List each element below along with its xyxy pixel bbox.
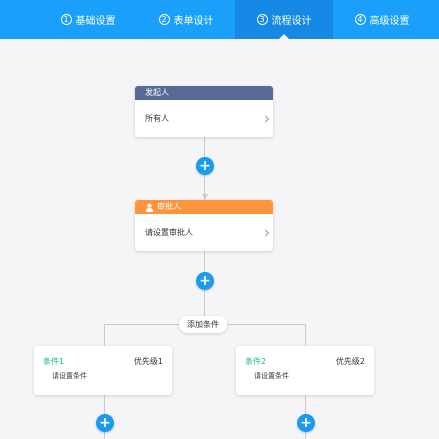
condition-node-1[interactable]: 条件1 优先级1 请设置条件	[34, 346, 172, 395]
step-label: 流程设计	[271, 16, 312, 27]
connector-arrow	[202, 194, 208, 199]
approver-node-header: 审批人	[135, 200, 273, 214]
starter-node-body: 所有人	[135, 100, 273, 137]
user-icon	[145, 203, 154, 212]
add-condition-label: 添加条件	[187, 320, 219, 329]
starter-node-value: 所有人	[145, 114, 169, 123]
step-basic-settings[interactable]: 1 基础设置	[39, 0, 137, 39]
step-label: 高级设置	[369, 16, 410, 27]
plus-icon: +	[99, 415, 111, 431]
add-node-button[interactable]: +	[196, 272, 214, 290]
condition-description: 请设置条件	[52, 372, 87, 380]
approver-node-value: 请设置审批人	[145, 228, 193, 237]
step-label: 表单设计	[173, 16, 214, 27]
step-advanced-settings[interactable]: 4 高级设置	[333, 0, 431, 39]
condition-title: 条件1	[43, 357, 65, 366]
step-number-badge: 3	[256, 14, 268, 25]
step-label: 基础设置	[75, 16, 116, 27]
starter-node[interactable]: 发起人 所有人	[135, 86, 273, 137]
approver-node-body: 请设置审批人	[135, 214, 273, 251]
step-number-badge: 1	[60, 14, 72, 25]
add-condition-button[interactable]: 添加条件	[179, 316, 227, 333]
approver-node-title: 审批人	[157, 202, 181, 211]
add-node-button[interactable]: +	[297, 414, 315, 432]
flow-canvas: 发起人 所有人 + 审批人 请设置审批人 + 添加条件 条件1 优先级1 请设置…	[0, 39, 439, 439]
condition-priority: 优先级2	[335, 357, 365, 366]
branch-line	[305, 324, 306, 348]
plus-icon: +	[199, 273, 211, 289]
step-number-badge: 2	[158, 14, 170, 25]
branch-line	[104, 324, 105, 348]
approver-node[interactable]: 审批人 请设置审批人	[135, 200, 273, 251]
step-form-design[interactable]: 2 表单设计	[137, 0, 235, 39]
step-process-design[interactable]: 3 流程设计	[235, 0, 333, 39]
starter-node-header: 发起人	[135, 86, 273, 100]
step-number-badge: 4	[354, 14, 366, 25]
plus-icon: +	[199, 158, 211, 174]
chevron-right-icon	[261, 114, 270, 123]
condition-description: 请设置条件	[254, 372, 289, 380]
plus-icon: +	[300, 415, 312, 431]
condition-node-2[interactable]: 条件2 优先级2 请设置条件	[236, 346, 374, 395]
add-node-button[interactable]: +	[196, 157, 214, 175]
add-node-button[interactable]: +	[96, 414, 114, 432]
starter-node-title: 发起人	[145, 88, 169, 97]
step-bar: 1 基础设置 2 表单设计 3 流程设计 4 高级设置	[0, 0, 439, 39]
condition-priority: 优先级1	[133, 357, 163, 366]
condition-title: 条件2	[245, 357, 267, 366]
chevron-right-icon	[261, 228, 270, 237]
